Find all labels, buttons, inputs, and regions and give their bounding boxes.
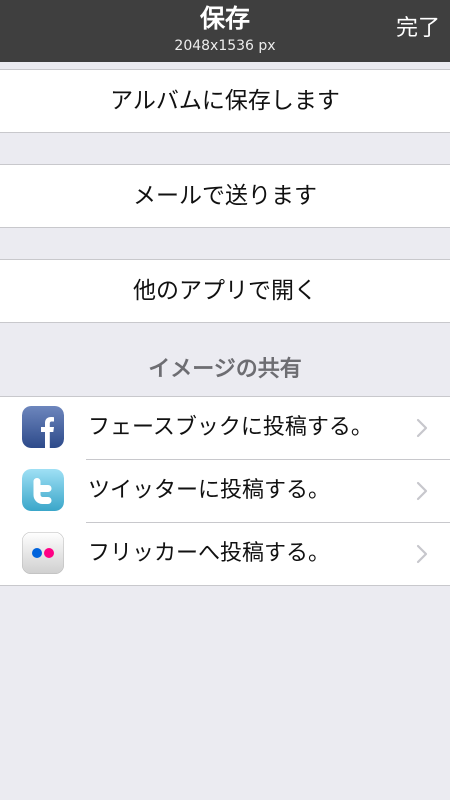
chevron-right-icon: [416, 418, 428, 438]
page-title: 保存: [199, 4, 250, 33]
twitter-icon: [22, 469, 64, 511]
share-facebook-label: フェースブックに投稿する。: [88, 415, 373, 440]
done-button[interactable]: 完了: [396, 14, 440, 44]
save-album-group: アルバムに保存します: [0, 69, 450, 133]
share-flickr-row[interactable]: フリッカーへ投稿する。: [0, 522, 450, 585]
share-section-header: イメージの共有: [148, 357, 302, 382]
image-size-subtitle: 2048x1536 px: [174, 38, 276, 54]
open-in-app-button[interactable]: 他のアプリで開く: [0, 260, 450, 322]
share-flickr-label: フリッカーへ投稿する。: [88, 541, 331, 566]
chevron-right-icon: [416, 481, 428, 501]
chevron-right-icon: [416, 544, 428, 564]
navigation-bar: 保存 2048x1536 px 完了: [0, 0, 450, 62]
send-mail-button[interactable]: メールで送ります: [0, 165, 450, 227]
save-to-album-button[interactable]: アルバムに保存します: [0, 70, 450, 132]
share-twitter-row[interactable]: ツイッターに投稿する。: [0, 459, 450, 522]
open-in-app-group: 他のアプリで開く: [0, 259, 450, 323]
facebook-icon: [22, 406, 64, 448]
send-mail-group: メールで送ります: [0, 164, 450, 228]
flickr-icon: [22, 532, 64, 574]
share-list: フェースブックに投稿する。 ツイッターに投稿する。 フリッカーへ投稿する。: [0, 396, 450, 586]
share-facebook-row[interactable]: フェースブックに投稿する。: [0, 397, 450, 459]
share-twitter-label: ツイッターに投稿する。: [88, 478, 331, 503]
